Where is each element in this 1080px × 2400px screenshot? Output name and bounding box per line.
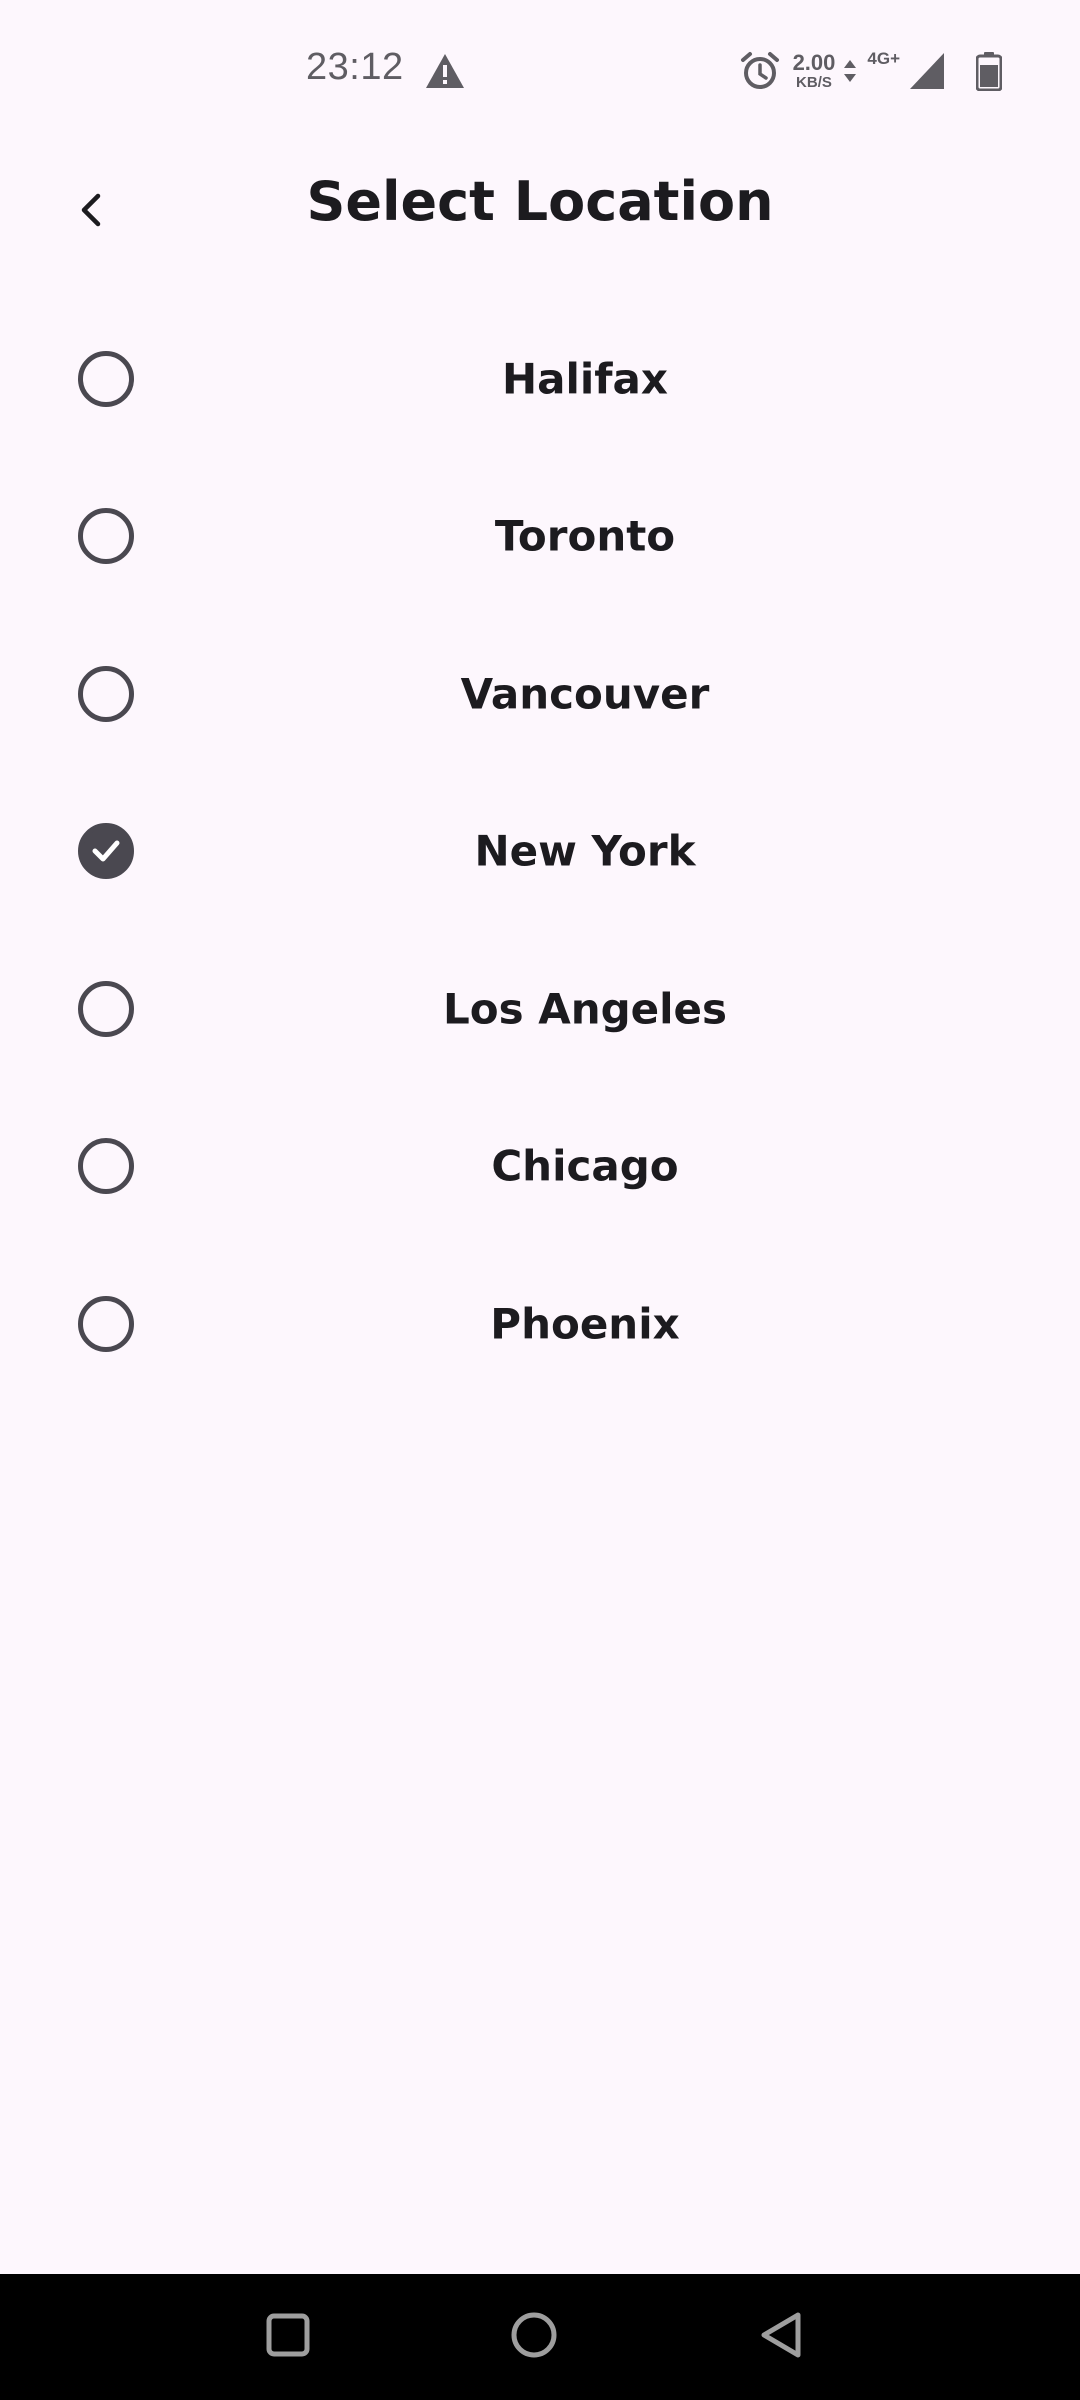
radio-button[interactable]: [78, 508, 134, 565]
battery-icon: [976, 51, 1002, 91]
check-icon: [92, 840, 120, 862]
location-item-halifax[interactable]: Halifax: [0, 300, 1080, 458]
signal-icon: [908, 51, 946, 91]
status-icons: 2.00 KB/S 4G+: [739, 46, 1002, 96]
radio-button[interactable]: [78, 665, 134, 722]
location-item-new-york[interactable]: New York: [0, 773, 1080, 931]
status-time: 23:12: [306, 46, 404, 88]
location-list: Halifax Toronto Vancouver New York Los A…: [0, 300, 1080, 1403]
status-bar: 23:12 2.00 KB/S 4G+: [0, 0, 1080, 140]
recents-button[interactable]: [253, 2302, 323, 2372]
location-item-chicago[interactable]: Chicago: [0, 1088, 1080, 1246]
location-label: Vancouver: [460, 669, 710, 719]
back-triangle-icon: [758, 2310, 806, 2364]
recents-square-icon: [265, 2312, 311, 2362]
warning-icon: [424, 52, 466, 90]
net-speed-value: 2.00: [792, 50, 836, 75]
system-nav-bar: [0, 2274, 1080, 2400]
data-arrows-icon: [843, 56, 857, 86]
alarm-icon: [739, 50, 781, 92]
app-header: Select Location: [0, 150, 1080, 270]
location-label: Toronto: [494, 511, 676, 561]
location-label: Phoenix: [490, 1299, 680, 1349]
location-label: Chicago: [491, 1141, 679, 1191]
location-item-phoenix[interactable]: Phoenix: [0, 1245, 1080, 1403]
location-label: New York: [474, 826, 696, 876]
radio-button[interactable]: [78, 980, 134, 1037]
home-button[interactable]: [499, 2302, 569, 2372]
location-item-vancouver[interactable]: Vancouver: [0, 615, 1080, 773]
radio-button[interactable]: [78, 1138, 134, 1195]
radio-button-checked[interactable]: [78, 823, 134, 880]
radio-button[interactable]: [78, 350, 134, 407]
radio-button[interactable]: [78, 1295, 134, 1352]
location-label: Halifax: [502, 354, 668, 404]
network-type: 4G+: [867, 49, 900, 68]
location-item-los-angeles[interactable]: Los Angeles: [0, 930, 1080, 1088]
page-title: Select Location: [306, 170, 774, 233]
nav-back-button[interactable]: [747, 2302, 817, 2372]
net-speed: 2.00 KB/S: [792, 50, 836, 91]
location-item-toronto[interactable]: Toronto: [0, 458, 1080, 616]
location-label: Los Angeles: [442, 984, 728, 1034]
home-circle-icon: [509, 2310, 559, 2364]
net-speed-unit: KB/S: [796, 74, 832, 91]
